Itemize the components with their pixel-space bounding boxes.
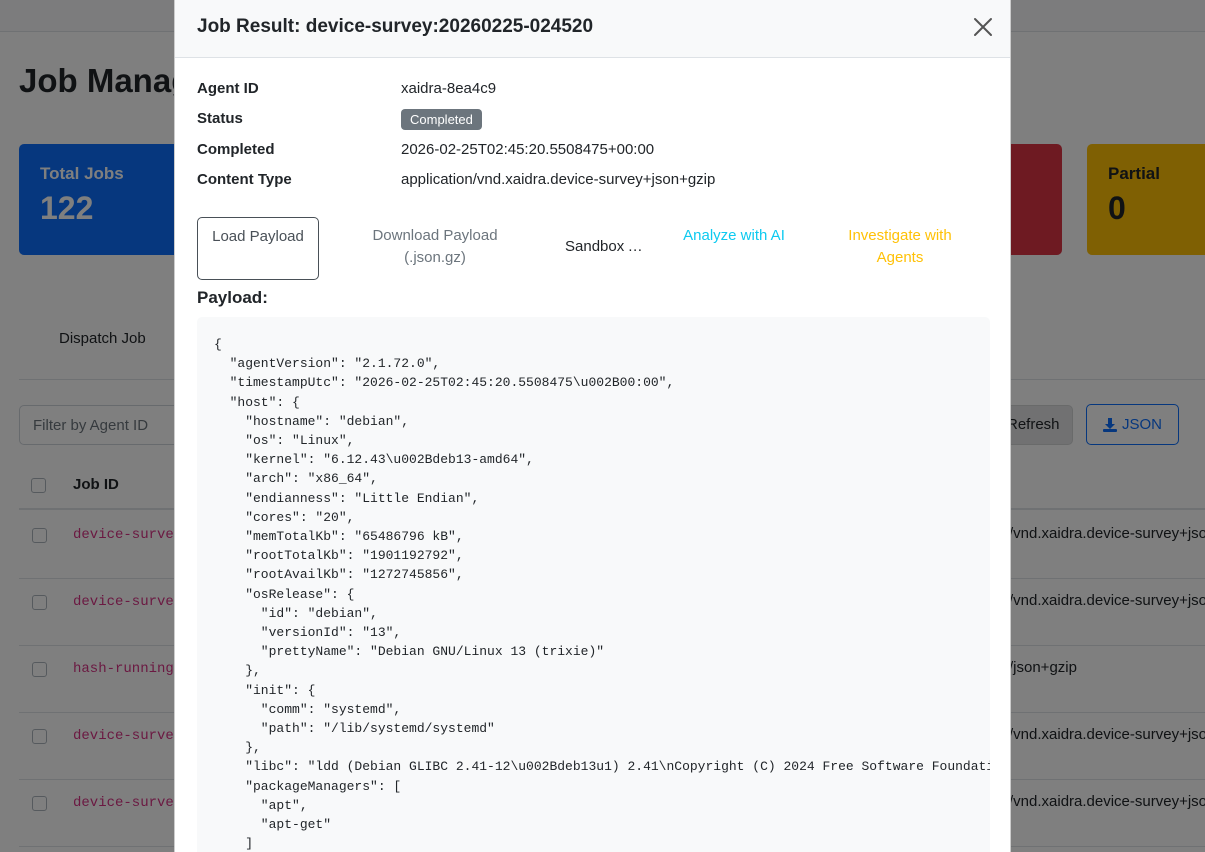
content-type-value: application/vnd.xaidra.device-survey+jso…	[401, 171, 716, 188]
agent-id-label: Agent ID	[197, 80, 259, 97]
status-label: Status	[197, 110, 243, 127]
payload-viewer[interactable]: { "agentVersion": "2.1.72.0", "timestamp…	[197, 317, 990, 852]
payload-heading: Payload:	[197, 288, 268, 307]
load-payload-button[interactable]: Load Payload	[197, 217, 319, 280]
agent-id-value: xaidra-8ea4c9	[401, 80, 497, 97]
completed-label: Completed	[197, 141, 275, 158]
sandbox-analysis-button[interactable]: Sandbox Analysis	[565, 217, 647, 258]
payload-json: { "agentVersion": "2.1.72.0", "timestamp…	[214, 337, 990, 852]
modal-title: Job Result: device-survey:20260225-02452…	[197, 16, 594, 37]
status-badge: Completed	[401, 109, 482, 130]
job-result-modal: Job Result: device-survey:20260225-02452…	[174, 0, 1011, 852]
close-icon[interactable]	[972, 16, 994, 38]
completed-value: 2026-02-25T02:45:20.5508475+00:00	[401, 141, 655, 158]
status-value-wrap: Completed	[401, 109, 482, 130]
investigate-with-agents-button[interactable]: Investigate with Agents	[835, 217, 965, 269]
content-type-label: Content Type	[197, 171, 292, 188]
analyze-with-ai-button[interactable]: Analyze with AI	[679, 217, 789, 247]
download-payload-button[interactable]: Download Payload (.json.gz)	[365, 217, 505, 269]
modal-header: Job Result: device-survey:20260225-02452…	[175, 0, 1010, 58]
